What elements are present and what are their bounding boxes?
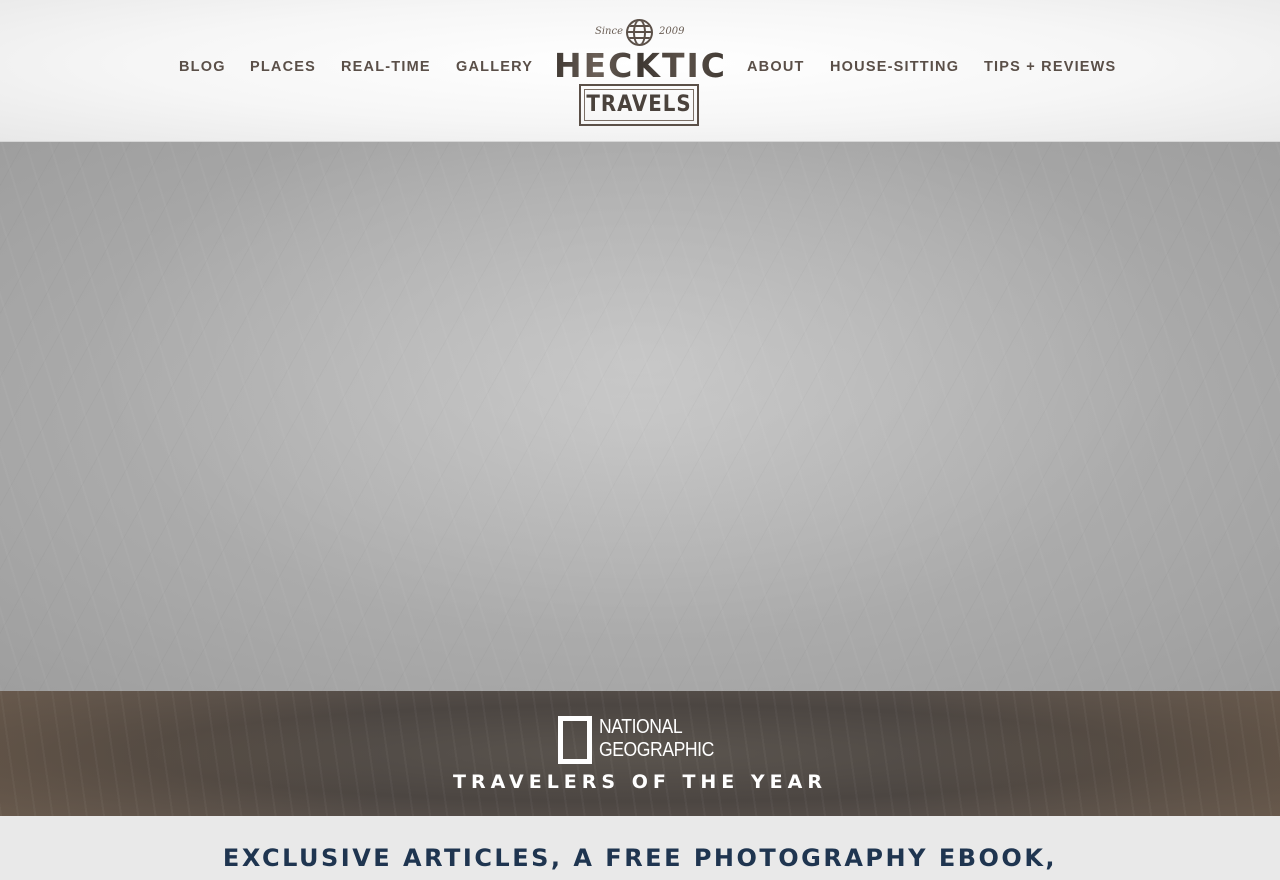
natgeo-logo-text: NATIONAL GEOGRAPHIC xyxy=(599,716,714,762)
nav-gallery[interactable]: GALLERY xyxy=(456,59,533,75)
nav-real-time[interactable]: REAL-TIME xyxy=(341,59,431,75)
logo-name: HECKTIC xyxy=(554,46,727,85)
nav-tips-reviews[interactable]: TIPS + REVIEWS xyxy=(984,59,1116,75)
nav-places[interactable]: PLACES xyxy=(250,59,316,75)
natgeo-line-2: GEOGRAPHIC xyxy=(599,739,714,761)
nav-about[interactable]: ABOUT xyxy=(747,59,805,75)
logo-year-label: 2009 xyxy=(659,26,685,37)
nav-house-sitting[interactable]: HOUSE-SITTING xyxy=(830,59,959,75)
natgeo-frame-icon xyxy=(558,716,592,764)
globe-icon xyxy=(626,19,653,46)
natgeo-award-title: TRAVELERS OF THE YEAR xyxy=(453,771,827,793)
hero-banner xyxy=(0,142,1280,691)
logo-travels-box: TRAVELS xyxy=(579,84,699,126)
subscribe-heading: EXCLUSIVE ARTICLES, A FREE PHOTOGRAPHY E… xyxy=(222,844,1058,872)
site-logo[interactable]: Since 2009 HECKTIC TRAVELS xyxy=(553,18,728,130)
logo-travels-text: TRAVELS xyxy=(586,92,692,117)
nav-blog[interactable]: BLOG xyxy=(179,59,226,75)
natgeo-line-1: NATIONAL xyxy=(599,716,683,738)
logo-since-label: Since xyxy=(595,26,624,37)
site-header: BLOG PLACES REAL-TIME GALLERY Since 2009… xyxy=(0,0,1280,142)
